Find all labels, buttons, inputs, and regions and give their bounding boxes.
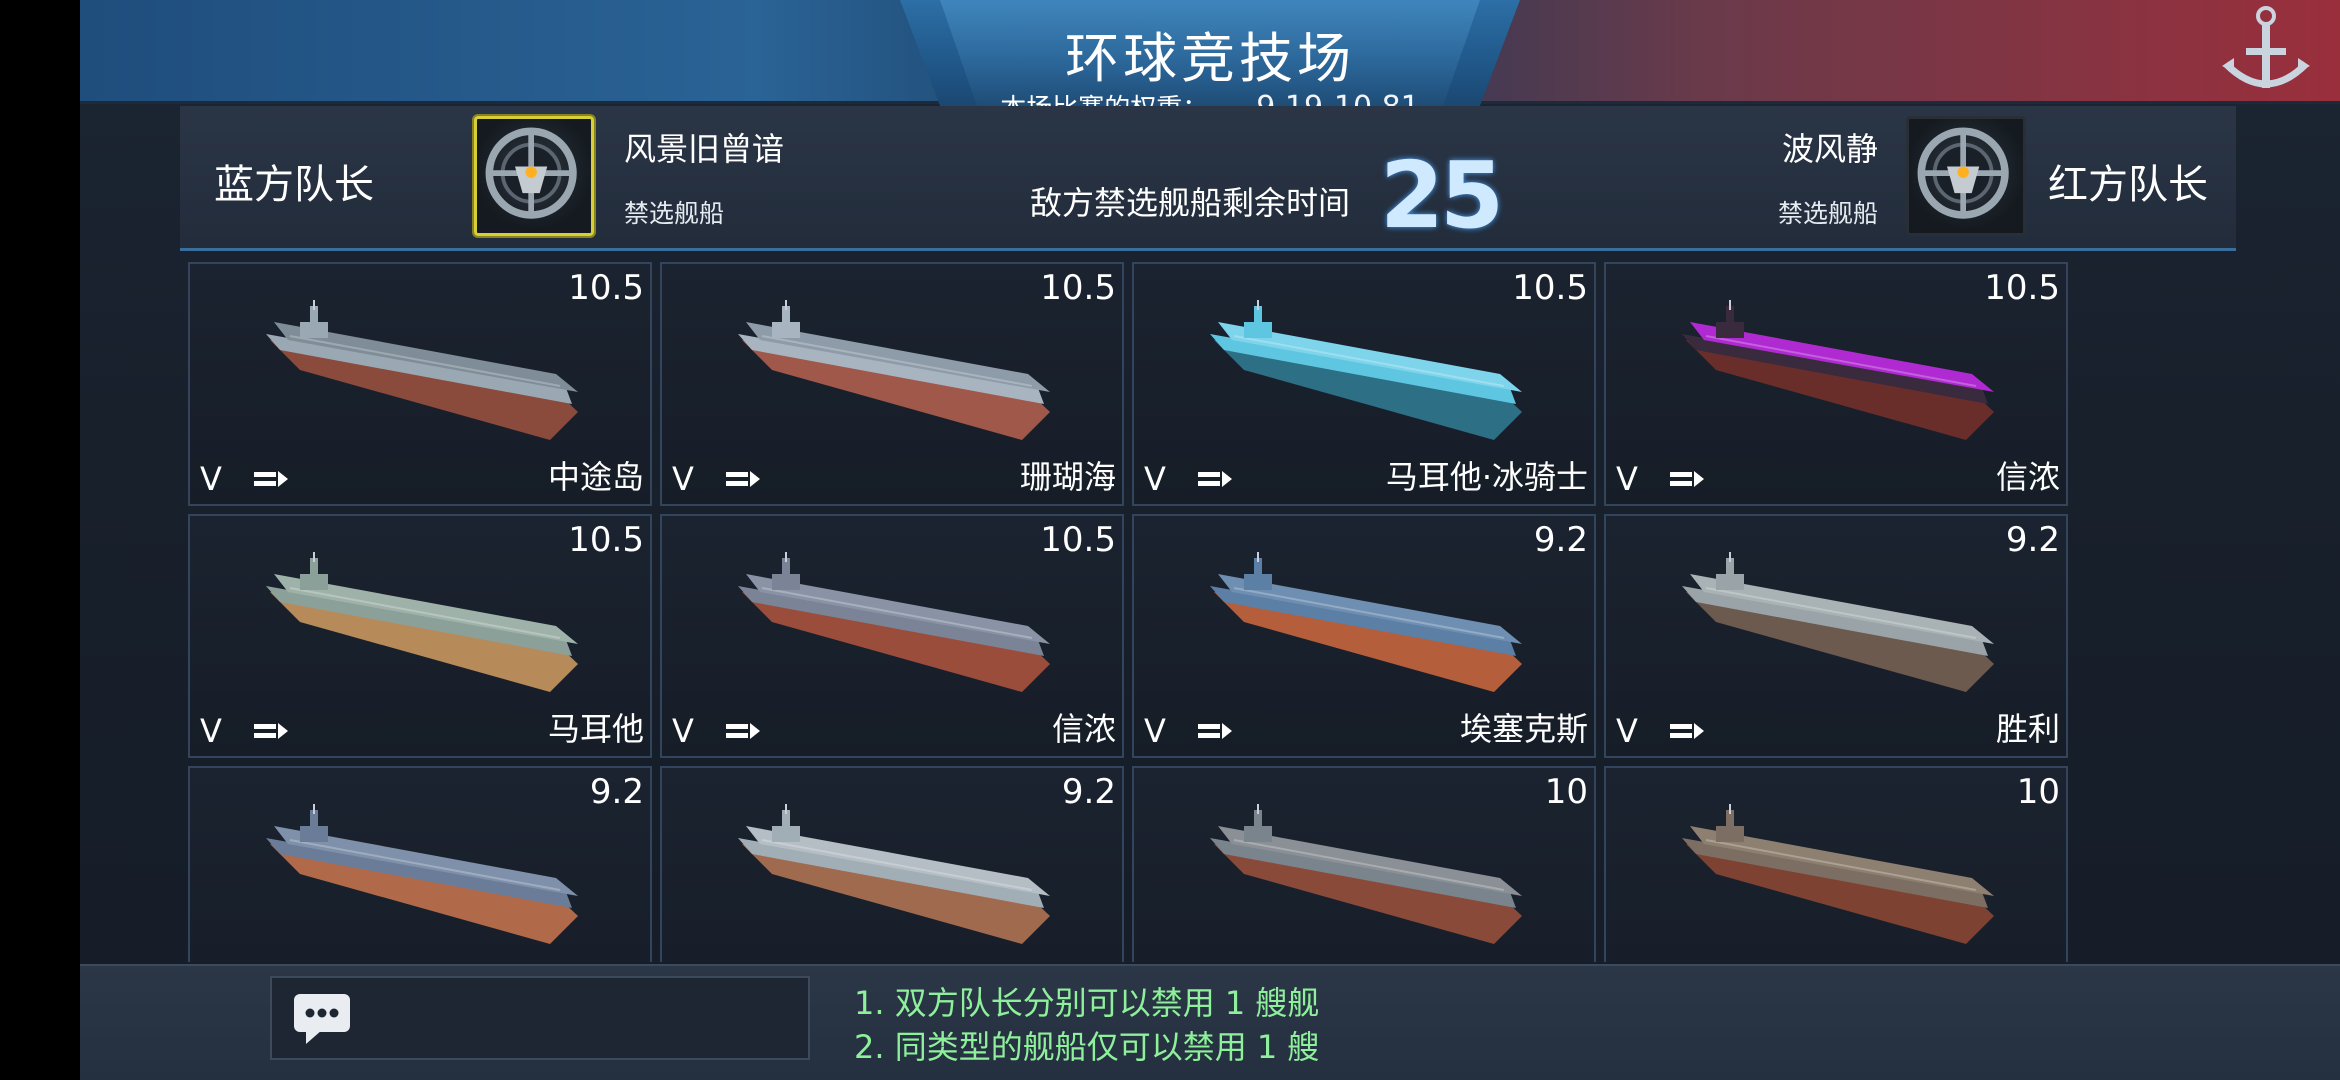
ship-image [738, 300, 1050, 440]
captain-bar: 蓝方队长 风景旧曾谙 禁选舰船 敌方禁选舰船剩余时间 25 波风静 禁选舰船 红… [180, 106, 2236, 251]
ship-tier: 10 [1544, 772, 1588, 812]
chat-input[interactable] [270, 976, 810, 1060]
rule-2: 2. 同类型的舰船仅可以禁用 1 艘 [854, 1028, 1320, 1066]
double-arrow-icon [726, 471, 760, 487]
ship-image [1682, 300, 1994, 440]
ship-tier: 10.5 [1040, 268, 1116, 308]
ship-image [1210, 300, 1522, 440]
ship-grid: 10.5 V 中途岛 10.5 V 珊瑚海 10.5 V 马耳他·冰骑士 10.5 V 信浓 10.5 V… [188, 262, 2164, 962]
ship-rank: V [1616, 460, 1638, 498]
ship-name: 马耳他 [547, 710, 644, 748]
ship-tier: 10 [2016, 772, 2060, 812]
ship-image [1682, 804, 1994, 944]
ship-card[interactable]: 10.5 V 马耳他 [188, 514, 652, 758]
ship-card[interactable]: 9.2 [660, 766, 1124, 962]
ship-tier: 9.2 [2005, 520, 2060, 560]
double-arrow-icon [1198, 471, 1232, 487]
ship-tier: 10.5 [568, 520, 644, 560]
blue-captain-name: 风景旧曾谙 [624, 130, 785, 168]
ship-image [738, 552, 1050, 692]
ship-tier: 10.5 [1984, 268, 2060, 308]
double-arrow-icon [254, 723, 288, 739]
ship-tier: 9.2 [1061, 772, 1116, 812]
red-captain-label: 红方队长 [2048, 162, 2208, 208]
ship-card[interactable]: 9.2 [188, 766, 652, 962]
ship-card[interactable]: 10 [1604, 766, 2068, 962]
ship-card[interactable]: 10.5 V 马耳他·冰骑士 [1132, 262, 1596, 506]
ship-image [1682, 552, 1994, 692]
bottom-panel: 1. 双方队长分别可以禁用 1 艘舰 2. 同类型的舰船仅可以禁用 1 艘 [80, 964, 2340, 1080]
ship-tier: 9.2 [1533, 520, 1588, 560]
blue-captain-avatar[interactable] [474, 116, 594, 236]
ship-card[interactable]: 10.5 V 信浓 [1604, 262, 2068, 506]
double-arrow-icon [1198, 723, 1232, 739]
ship-tier: 10.5 [1040, 520, 1116, 560]
rule-1: 1. 双方队长分别可以禁用 1 艘舰 [854, 984, 1320, 1022]
ship-name: 珊瑚海 [1019, 458, 1116, 496]
ship-rank: V [200, 712, 222, 750]
ship-tier: 9.2 [589, 772, 644, 812]
ship-card[interactable]: 10.5 V 中途岛 [188, 262, 652, 506]
captain-emblem-icon [1917, 127, 2009, 219]
ship-image [738, 804, 1050, 944]
ship-rank: V [672, 460, 694, 498]
ship-name: 埃塞克斯 [1459, 710, 1588, 748]
anchor-icon[interactable] [2218, 0, 2314, 104]
ship-card[interactable]: 10 [1132, 766, 1596, 962]
ship-rank: V [1616, 712, 1638, 750]
ship-image [266, 804, 578, 944]
ship-name: 信浓 [1995, 458, 2060, 496]
chat-bubble-icon[interactable] [292, 992, 352, 1046]
ship-image [266, 300, 578, 440]
left-black-bar [0, 0, 80, 1080]
red-captain-status: 禁选舰船 [1777, 199, 1878, 228]
ship-name: 马耳他·冰骑士 [1385, 458, 1588, 496]
ship-name: 胜利 [1995, 710, 2060, 748]
ship-rank: V [1144, 712, 1166, 750]
ship-rank: V [672, 712, 694, 750]
captain-emblem-icon [485, 127, 577, 219]
red-captain-name: 波风静 [1781, 130, 1878, 168]
ship-card[interactable]: 10.5 V 信浓 [660, 514, 1124, 758]
page-title: 环球竞技场 [1065, 27, 1355, 90]
red-captain-avatar[interactable] [1906, 116, 2026, 236]
double-arrow-icon [726, 723, 760, 739]
ship-image [1210, 552, 1522, 692]
timer-value: 25 [1380, 142, 1504, 249]
double-arrow-icon [1670, 471, 1704, 487]
double-arrow-icon [1670, 723, 1704, 739]
ship-name: 中途岛 [547, 458, 644, 496]
ship-tier: 10.5 [1512, 268, 1588, 308]
ship-image [1210, 804, 1522, 944]
ship-card[interactable]: 9.2 V 埃塞克斯 [1132, 514, 1596, 758]
ship-name: 信浓 [1051, 710, 1116, 748]
double-arrow-icon [254, 471, 288, 487]
ship-tier: 10.5 [568, 268, 644, 308]
arena-ban-screen: 环球竞技场 本场比赛的权重：9.19-10.81 蓝方队长 风景旧曾谙 禁选舰船… [80, 0, 2340, 1080]
ship-card[interactable]: 9.2 V 胜利 [1604, 514, 2068, 758]
blue-captain-status: 禁选舰船 [624, 199, 725, 228]
ship-rank: V [1144, 460, 1166, 498]
timer-label: 敌方禁选舰船剩余时间 [1030, 184, 1351, 222]
ship-rank: V [200, 460, 222, 498]
ship-image [266, 552, 578, 692]
ship-card[interactable]: 10.5 V 珊瑚海 [660, 262, 1124, 506]
blue-captain-label: 蓝方队长 [214, 162, 374, 208]
